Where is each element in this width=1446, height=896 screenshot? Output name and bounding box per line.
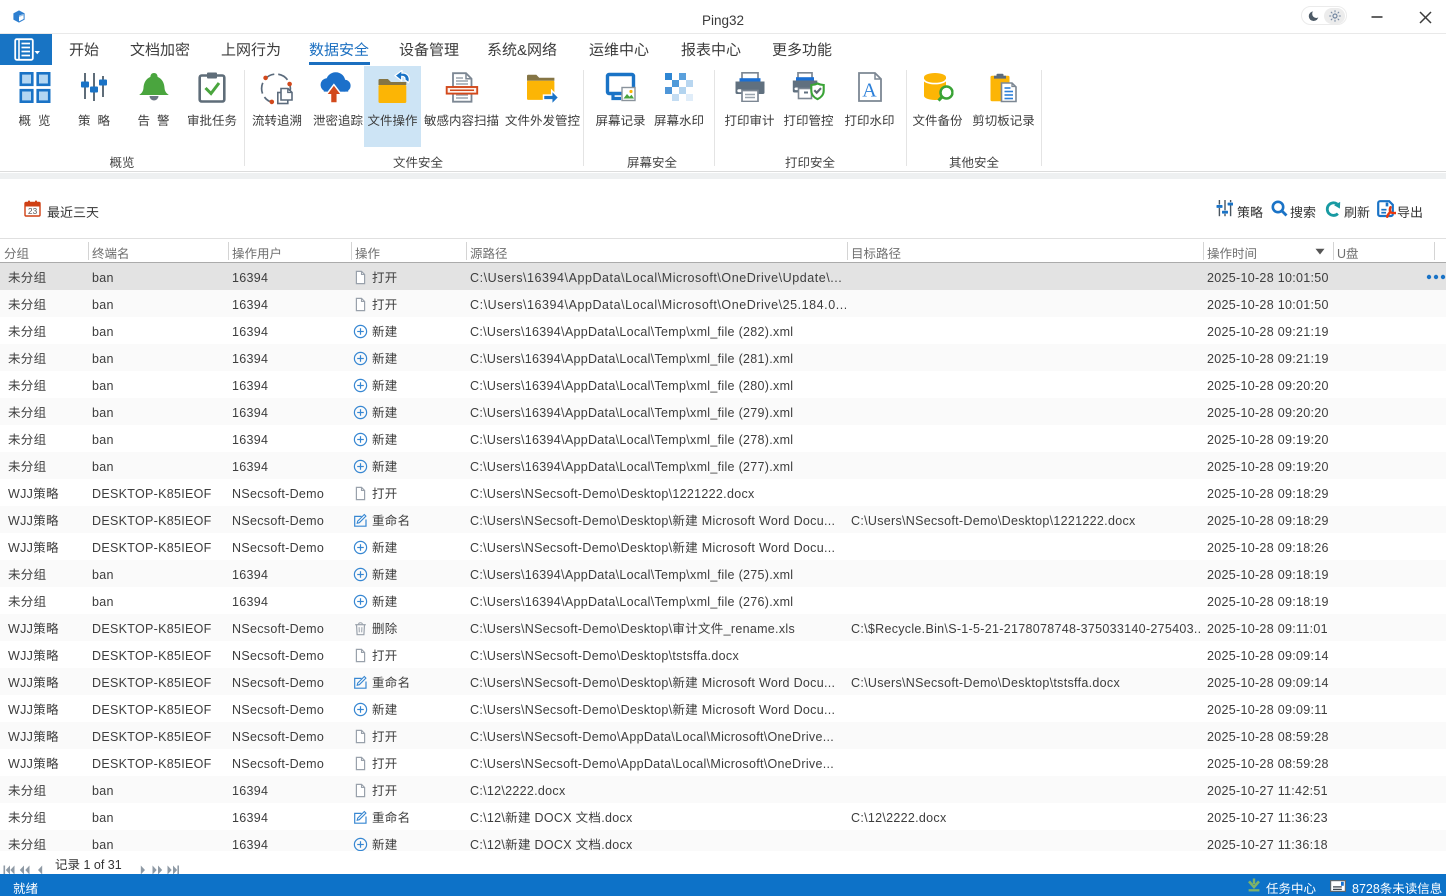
svg-text:23: 23 [28, 207, 38, 216]
svg-text:A: A [862, 80, 877, 102]
